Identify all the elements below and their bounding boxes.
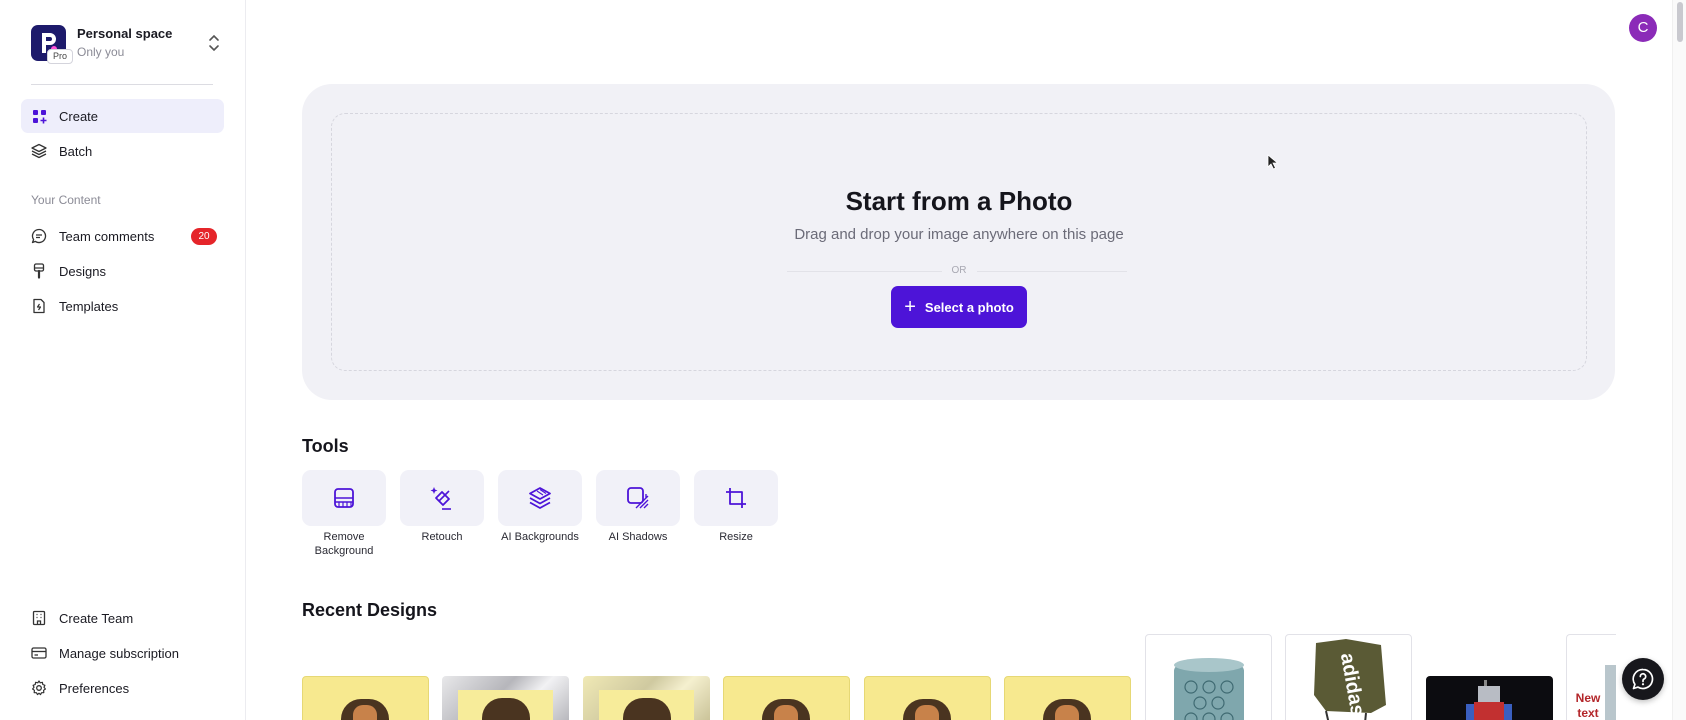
design-thumbnail[interactable] xyxy=(302,676,429,720)
tool-retouch[interactable]: Retouch xyxy=(400,470,484,544)
template-file-icon xyxy=(31,298,47,314)
layers-icon xyxy=(529,487,551,509)
sidebar-divider xyxy=(31,84,213,85)
layers-icon xyxy=(31,143,47,159)
comments-count-badge: 20 xyxy=(191,228,217,245)
workspace-switcher[interactable]: Pro Personal space Only you xyxy=(31,23,221,64)
gear-icon xyxy=(31,680,47,696)
help-chat-button[interactable] xyxy=(1622,658,1664,700)
sidebar-item-create-team[interactable]: Create Team xyxy=(21,601,224,635)
chevron-up-down-icon xyxy=(209,34,219,52)
mouse-cursor-icon xyxy=(1267,154,1279,170)
portrait-image xyxy=(482,698,530,720)
sidebar-item-label: Team comments xyxy=(59,228,155,244)
design-thumbnail[interactable] xyxy=(1426,676,1553,720)
sidebar-item-batch[interactable]: Batch xyxy=(21,134,224,168)
design-thumbnail[interactable] xyxy=(1145,634,1272,720)
new-text-label: New text xyxy=(1575,691,1601,720)
scrollbar-thumb[interactable] xyxy=(1677,2,1683,42)
sidebar-item-team-comments[interactable]: Team comments 20 xyxy=(21,219,224,253)
sidebar-item-preferences[interactable]: Preferences xyxy=(21,671,224,705)
eraser-icon xyxy=(430,487,451,510)
user-avatar[interactable]: C xyxy=(1629,14,1657,42)
section-label-your-content: Your Content xyxy=(31,193,101,207)
sidebar-item-create[interactable]: Create xyxy=(21,99,224,133)
sidebar-item-label: Create Team xyxy=(59,610,134,626)
plus-icon: + xyxy=(904,296,916,318)
drop-title: Start from a Photo xyxy=(845,186,1073,216)
tools-title: Tools xyxy=(302,436,349,456)
photo-drop-panel: Start from a Photo Drag and drop your im… xyxy=(302,84,1615,400)
tool-label: Remove Background xyxy=(314,531,374,557)
sidebar-item-label: Designs xyxy=(59,263,106,279)
sidebar-item-label: Preferences xyxy=(59,680,130,696)
remove-background-icon xyxy=(334,488,354,508)
design-thumbnail[interactable] xyxy=(723,676,850,720)
select-photo-button[interactable]: + Select a photo xyxy=(891,286,1027,328)
portrait-image xyxy=(623,698,671,720)
workspace-logo: Pro xyxy=(31,25,74,64)
comment-icon xyxy=(31,228,47,244)
sidebar-item-label: Create xyxy=(59,108,99,124)
sidebar-item-templates[interactable]: Templates xyxy=(21,289,224,323)
product-image xyxy=(1605,665,1616,720)
sidebar-item-label: Manage subscription xyxy=(59,645,179,661)
tool-ai-shadows[interactable]: AI Shadows xyxy=(596,470,680,544)
tool-label: Resize xyxy=(719,531,753,543)
design-thumbnail[interactable] xyxy=(442,676,569,720)
sidebar: Pro Personal space Only you Create Batch… xyxy=(0,0,246,720)
sidebar-item-label: Batch xyxy=(59,143,93,159)
drop-zone[interactable]: Start from a Photo Drag and drop your im… xyxy=(331,113,1587,371)
select-photo-label: Select a photo xyxy=(924,299,1014,315)
tool-label: AI Backgrounds xyxy=(501,531,579,543)
shadow-icon xyxy=(627,487,649,509)
tool-remove-background[interactable]: Remove Background xyxy=(302,470,386,558)
workspace-name: Personal space xyxy=(77,26,173,41)
design-thumbnail[interactable] xyxy=(583,676,710,720)
credit-card-icon xyxy=(31,645,47,661)
recent-designs-title: Recent Designs xyxy=(302,600,438,620)
robot-toy-image xyxy=(1466,680,1512,720)
pro-badge: Pro xyxy=(47,49,74,64)
tool-ai-backgrounds[interactable]: AI Backgrounds xyxy=(498,470,582,544)
tool-resize[interactable]: Resize xyxy=(694,470,778,544)
tool-label: Retouch xyxy=(421,531,463,543)
crop-icon xyxy=(726,488,746,508)
sidebar-item-designs[interactable]: Designs xyxy=(21,254,224,288)
sidebar-item-label: Templates xyxy=(59,298,119,314)
or-label: OR xyxy=(941,265,977,276)
workspace-subtitle: Only you xyxy=(77,45,125,59)
page-scrollbar[interactable] xyxy=(1672,0,1686,720)
design-thumbnail[interactable]: New text xyxy=(1566,634,1616,720)
design-thumbnail[interactable] xyxy=(1004,676,1131,720)
building-icon xyxy=(31,610,47,626)
drop-subtitle: Drag and drop your image anywhere on thi… xyxy=(794,226,1124,243)
brush-icon xyxy=(31,263,47,279)
design-thumbnail[interactable] xyxy=(864,676,991,720)
tool-label: AI Shadows xyxy=(608,531,668,543)
sidebar-item-manage-subscription[interactable]: Manage subscription xyxy=(21,636,224,670)
help-question-icon xyxy=(1632,668,1654,690)
grid-plus-icon xyxy=(31,108,47,124)
design-thumbnail[interactable]: adidas xyxy=(1285,634,1412,720)
patterned-can-image xyxy=(1174,658,1244,720)
